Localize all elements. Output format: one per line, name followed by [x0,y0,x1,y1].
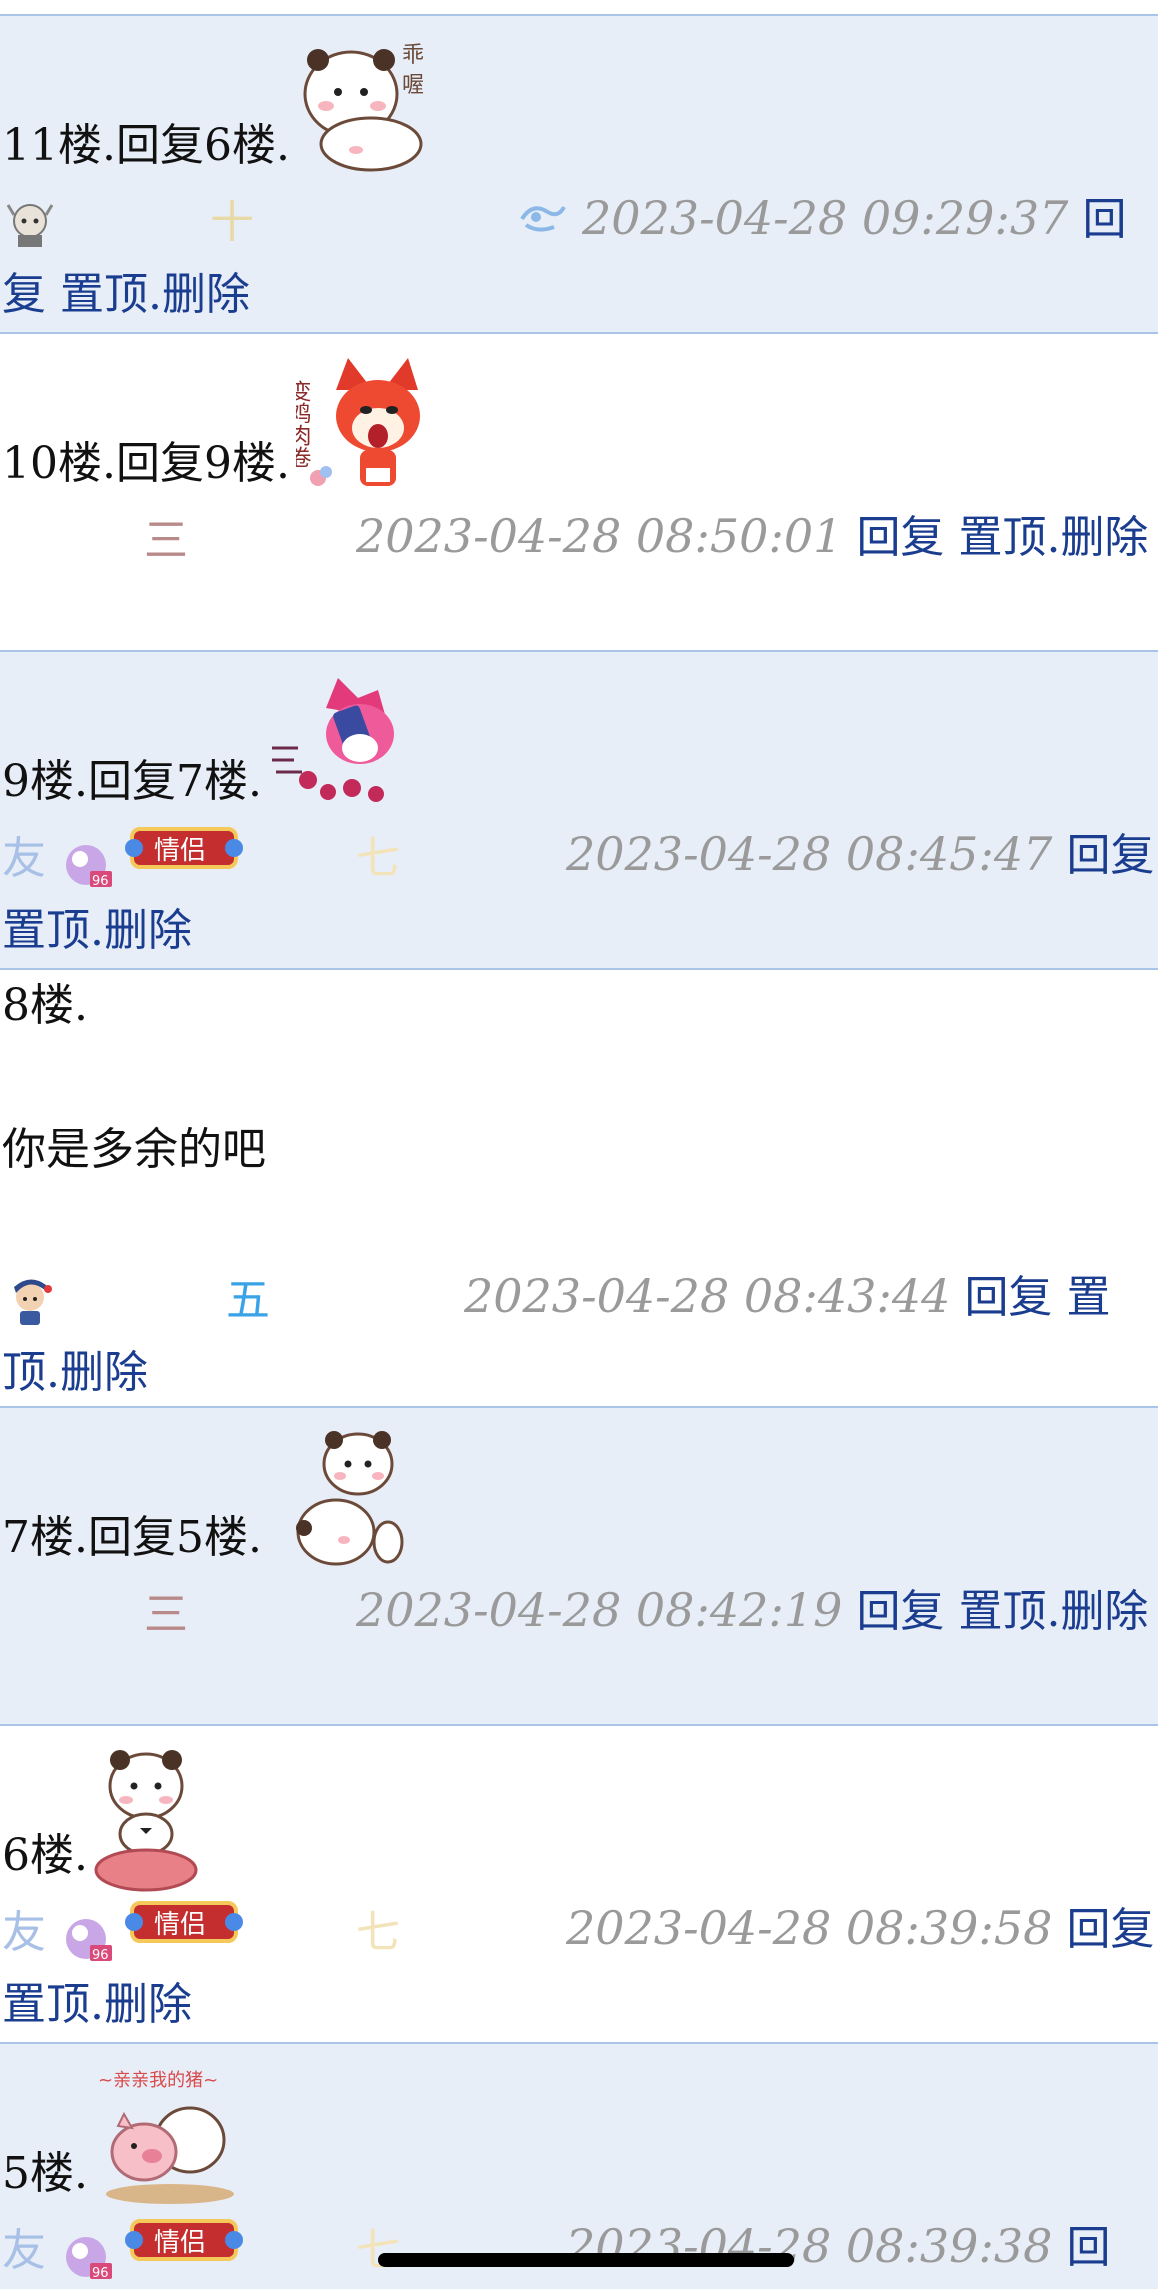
user-rank-label: 七 [356,832,400,884]
user-rank-label: 七 [356,1906,400,1958]
post-7: 7楼.回复5楼. 三 2023-04-28 08:42:19 回复 置顶.删除 [0,1408,1158,1726]
delete-link[interactable]: 删除 [1060,1586,1148,1637]
user-rank-label: 十 [210,196,254,248]
post-floor-text: 8楼. [2,980,88,1031]
post-meta-row: 三 2023-04-28 08:42:19 回复 置顶.删除 [2,1574,1156,1651]
post-floor-text: 11楼.回复6楼. [2,120,290,171]
separator-dot: . [1046,1586,1061,1637]
post-timestamp: 2023-04-28 08:50:01 [356,509,843,563]
pin-link[interactable]: 置顶 [958,512,1046,563]
post-floor-text: 9楼.回复7楼. [2,756,262,807]
separator-dot: . [90,904,104,956]
badge-label: 情侣 [154,2228,206,2258]
reply-link[interactable]: 回复 [964,1272,1052,1323]
couple-badge: 情侣 [124,823,244,895]
post-meta-row: 三 2023-04-28 08:50:01 回复 置顶.删除 [2,500,1156,577]
user-rank-label: 五 [226,1274,270,1326]
post-10: 10楼.回复9楼. 变鸡肉卷 三 2023-04-28 08:50:01 回复 … [0,334,1158,652]
previous-post-edge [0,0,1158,16]
user-avatar[interactable]: 友 96 [2,1903,114,1963]
panda-sitting-sticker [90,1742,200,1892]
delete-link[interactable]: 删除 [104,1979,192,2030]
panda-pat-sticker [292,1424,412,1574]
user-avatar[interactable] [2,1273,58,1329]
reply-list-page: 11楼.回复6楼. 乖 喔 十 2023-04-28 09:29:37 回复 置… [0,0,1158,2289]
post-8: 8楼. 你是多余的吧 五 2023-04-28 08:43:44 回复 置顶.删… [0,970,1158,1408]
post-floor-text: 5楼. [2,2148,88,2199]
post-meta-row: 友 96 情侣 七 2023-04-28 08:39:58 回复 置顶.删除 [2,1892,1156,2041]
pin-link[interactable]: 置顶 [2,1979,90,2030]
post-floor-text: 10楼.回复9楼. [2,438,290,489]
sticker-caption: 变鸡肉卷 [296,380,312,468]
user-avatar[interactable]: 友 96 [2,829,114,889]
post-meta-row: 友 96 情侣 七 2023-04-28 08:39:38 回 [2,2210,1156,2287]
svg-text:友: 友 [2,833,46,884]
post-floor-text: 7楼.回复5楼. [2,1512,262,1563]
post-9: 9楼.回复7楼. 友 96 情侣 七 2023-04-28 08:45:47 回… [0,652,1158,970]
sticker-caption: ~亲亲我的猪~ [98,2070,218,2091]
svg-text:友: 友 [2,1907,46,1958]
badge-number: 96 [92,874,109,889]
post-11: 11楼.回复6楼. 乖 喔 十 2023-04-28 09:29:37 回复 置… [0,16,1158,334]
post-timestamp: 2023-04-28 08:42:19 [356,1583,843,1637]
home-indicator[interactable] [378,2253,794,2267]
user-avatar[interactable]: 友 96 [2,2221,114,2281]
separator-dot: . [90,1978,104,2030]
separator-dot: . [46,1346,60,1398]
sticker-text-o: 喔 [402,73,424,98]
delete-link[interactable]: 删除 [162,269,250,320]
red-fox-sticker: 变鸡肉卷 [296,350,436,500]
user-rank-label: 三 [144,1588,188,1640]
badge-label: 情侣 [154,836,206,866]
user-rank-label: 七 [356,2224,400,2276]
reply-link[interactable]: 回 [1066,2222,1110,2273]
post-timestamp: 2023-04-28 08:43:44 [464,1269,951,1323]
pin-link[interactable]: 置顶 [958,1586,1046,1637]
pink-fox-sticker [268,668,418,818]
pin-link[interactable]: 置顶 [60,269,148,320]
pig-kiss-sticker: ~亲亲我的猪~ [90,2060,240,2210]
badge-label: 情侣 [154,1910,206,1940]
user-avatar[interactable] [2,195,58,251]
sticker-text-guai: 乖 [402,43,424,68]
post-timestamp: 2023-04-28 09:29:37 [582,191,1069,245]
post-timestamp: 2023-04-28 08:45:47 [566,827,1053,881]
delete-link[interactable]: 删除 [104,905,192,956]
post-meta-row: 友 96 情侣 七 2023-04-28 08:45:47 回复 置顶.删除 [2,818,1156,967]
svg-text:友: 友 [2,2225,46,2276]
post-meta-row: 五 2023-04-28 08:43:44 回复 置顶.删除 [2,1260,1156,1409]
badge-number: 96 [92,2266,109,2281]
post-6: 6楼. 友 96 情侣 七 2023-04-28 08:39:58 回复 置顶.… [0,1726,1158,2044]
post-timestamp: 2023-04-28 08:39:58 [566,1901,1053,1955]
couple-badge: 情侣 [124,1897,244,1969]
pin-link[interactable]: 置顶 [2,905,90,956]
reply-link[interactable]: 回复 [856,512,944,563]
post-meta-row: 十 2023-04-28 09:29:37 回复 置顶.删除 [2,182,1156,331]
badge-number: 96 [92,1948,109,1963]
delete-link[interactable]: 删除 [1060,512,1148,563]
panda-hug-sticker: 乖 喔 [296,32,446,182]
user-rank-label: 三 [144,514,188,566]
separator-dot: . [1046,512,1061,563]
post-floor-text: 6楼. [2,1830,88,1881]
separator-dot: . [148,268,162,320]
post-body-text: 你是多余的吧 [2,1124,266,1175]
couple-badge: 情侣 [124,2215,244,2287]
reply-link[interactable]: 回复 [856,1586,944,1637]
delete-link[interactable]: 删除 [60,1347,148,1398]
reply-link[interactable]: 回复 [1066,830,1154,881]
pet-badge-icon [518,187,568,259]
reply-link[interactable]: 回复 [1066,1904,1154,1955]
